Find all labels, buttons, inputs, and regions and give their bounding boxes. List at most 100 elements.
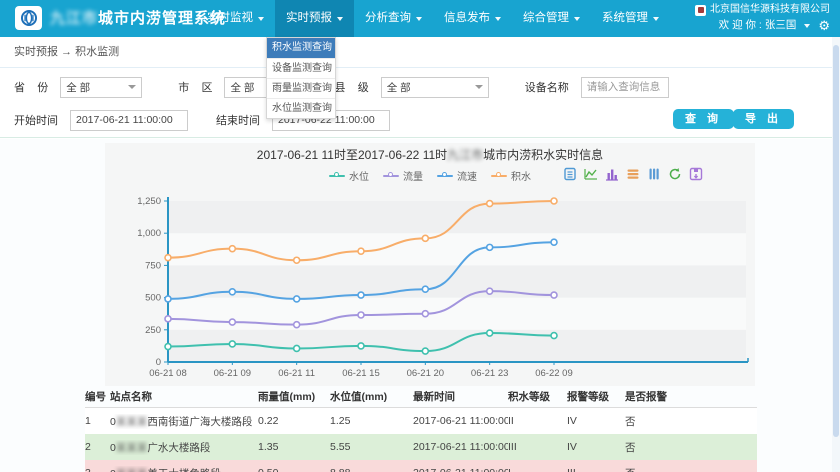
station-name: 0某某某西南街道广海大楼路段 [110,414,258,429]
app-header: 九江市城市内涝管理系统 实时监视实时预报分析查询信息发布综合管理系统管理 北京国… [0,0,840,37]
start-time-label: 开始时间 [14,112,58,128]
export-button[interactable]: 导 出 [733,109,794,129]
table-cell: 0.22 [258,415,330,427]
line-chart-icon[interactable] [584,167,598,181]
chevron-down-icon [258,17,264,21]
station-id-redacted: 某某某 [116,442,148,454]
filter-panel: 省 份 全 部 市 区 全 部 县 级 全 部 设备名称 开始时间 结束时间 查… [0,68,832,138]
table-header-row: 编号站点名称雨量值(mm)水位值(mm)最新时间积水等级报警等级是否报警 [85,386,757,408]
column-header: 最新时间 [413,389,508,404]
legend-item-流速[interactable]: 流速 [437,168,477,183]
company-logo-icon [695,5,706,16]
column-header: 水位值(mm) [330,389,413,404]
main-nav: 实时监视实时预报分析查询信息发布综合管理系统管理 [196,0,670,37]
nav-item-2[interactable]: 分析查询 [354,0,433,37]
username[interactable]: 张三国 [765,17,797,34]
legend-item-积水[interactable]: 积水 [491,168,531,183]
county-select[interactable]: 全 部 [381,77,489,98]
scrollbar-thumb[interactable] [833,45,839,437]
menu-item-0[interactable]: 积水监测查询 [267,38,335,58]
table-cell: I [508,467,567,472]
nav-item-5[interactable]: 系统管理 [591,0,670,37]
svg-text:500: 500 [145,293,161,304]
company-name: 北京国信华源科技有限公司 [695,3,830,17]
app-title-city-redacted: 九江市 [50,10,98,27]
table-cell: 2017-06-21 11:00:00 [413,441,508,453]
tiled-icon[interactable] [647,167,661,181]
end-time-label: 结束时间 [216,112,260,128]
province-select[interactable]: 全 部 [60,77,142,98]
column-header: 报警等级 [567,389,625,404]
save-as-image-icon[interactable] [689,167,703,181]
query-button[interactable]: 查 询 [673,109,734,129]
user-box: 北京国信华源科技有限公司 欢 迎 你 : 张三国 ⚙ [695,3,830,34]
nav-dropdown-menu: 积水监测查询设备监测查询雨量监测查询水位监测查询 [266,37,336,119]
chart-panel: 2017-06-21 11时至2017-06-22 11时九江市城市内涝积水实时… [105,143,755,386]
menu-item-1[interactable]: 设备监测查询 [267,58,335,78]
column-header: 站点名称 [110,389,258,404]
table-cell: III [508,441,567,453]
settings-gear-icon[interactable]: ⚙ [818,19,830,32]
chevron-down-icon [337,17,343,21]
station-id-redacted: 某某某 [116,416,148,428]
stack-icon[interactable] [626,167,640,181]
breadcrumb-bar: 实时预报 → 积水监测 [0,37,832,68]
chevron-down-icon [495,17,501,21]
svg-text:750: 750 [145,260,161,271]
table-cell: 1.35 [258,441,330,453]
column-header: 积水等级 [508,389,567,404]
legend-item-水位[interactable]: 水位 [329,168,369,183]
city-label: 市 区 [178,79,212,95]
restore-icon[interactable] [668,167,682,181]
station-id-redacted: 某某某 [116,468,148,472]
table-cell: III [567,467,625,472]
table-cell: II [508,415,567,427]
nav-item-4[interactable]: 综合管理 [512,0,591,37]
table-cell: IV [567,415,625,427]
chevron-down-icon [128,85,136,89]
chart-title: 2017-06-21 11时至2017-06-22 11时九江市城市内涝积水实时… [105,146,755,163]
table-cell: 否 [625,414,697,429]
data-view-icon[interactable] [563,167,577,181]
legend-item-流量[interactable]: 流量 [383,168,423,183]
chart-toolbox [563,167,703,181]
svg-text:06-21 20: 06-21 20 [407,368,445,379]
table-row[interactable]: 10某某某西南街道广海大楼路段0.221.252017-06-21 11:00:… [85,408,757,434]
svg-text:0: 0 [156,357,161,368]
menu-item-3[interactable]: 水位监测查询 [267,98,335,118]
page: 九江市城市内涝管理系统 实时监视实时预报分析查询信息发布综合管理系统管理 北京国… [0,0,840,472]
county-label: 县 级 [334,79,368,95]
svg-text:06-21 09: 06-21 09 [214,368,252,379]
table-cell: 2017-06-21 11:00:00 [413,415,508,427]
start-time-input[interactable] [70,110,188,131]
svg-text:250: 250 [145,325,161,336]
device-name-input[interactable] [581,77,669,98]
device-name-label: 设备名称 [525,79,569,95]
column-header: 雨量值(mm) [258,389,330,404]
chevron-down-icon [574,17,580,21]
scrollbar [832,37,840,472]
line-chart: 02505007501,0001,25006-21 0806-21 0906-2… [105,187,755,385]
svg-text:06-21 11: 06-21 11 [278,368,315,379]
nav-item-0[interactable]: 实时监视 [196,0,275,37]
table-cell: 2017-06-21 11:00:00 [413,467,508,472]
bar-chart-icon[interactable] [605,167,619,181]
welcome-label: 欢 迎 你 : [719,17,762,34]
table-row[interactable]: 20某某某广水大楼路段1.355.552017-06-21 11:00:00II… [85,434,757,460]
svg-text:1,000: 1,000 [137,228,161,239]
breadcrumb: 实时预报 → 积水监测 [14,37,119,68]
table-cell: 2 [85,441,110,453]
table-cell: 否 [625,466,697,472]
app-logo-icon [15,6,42,30]
station-name: 0某某某广水大楼路段 [110,440,258,455]
nav-item-1[interactable]: 实时预报 [275,0,354,37]
stations-table: 编号站点名称雨量值(mm)水位值(mm)最新时间积水等级报警等级是否报警10某某… [85,386,757,472]
svg-text:1,250: 1,250 [137,196,161,207]
table-cell: 3 [85,467,110,472]
station-name: 0某某某美玉大楼角路段 [110,466,258,472]
nav-item-3[interactable]: 信息发布 [433,0,512,37]
table-row[interactable]: 30某某某美玉大楼角路段0.508.882017-06-21 11:00:00I… [85,460,757,472]
menu-item-2[interactable]: 雨量监测查询 [267,78,335,98]
table-cell: 5.55 [330,441,413,453]
table-cell: 8.88 [330,467,413,472]
